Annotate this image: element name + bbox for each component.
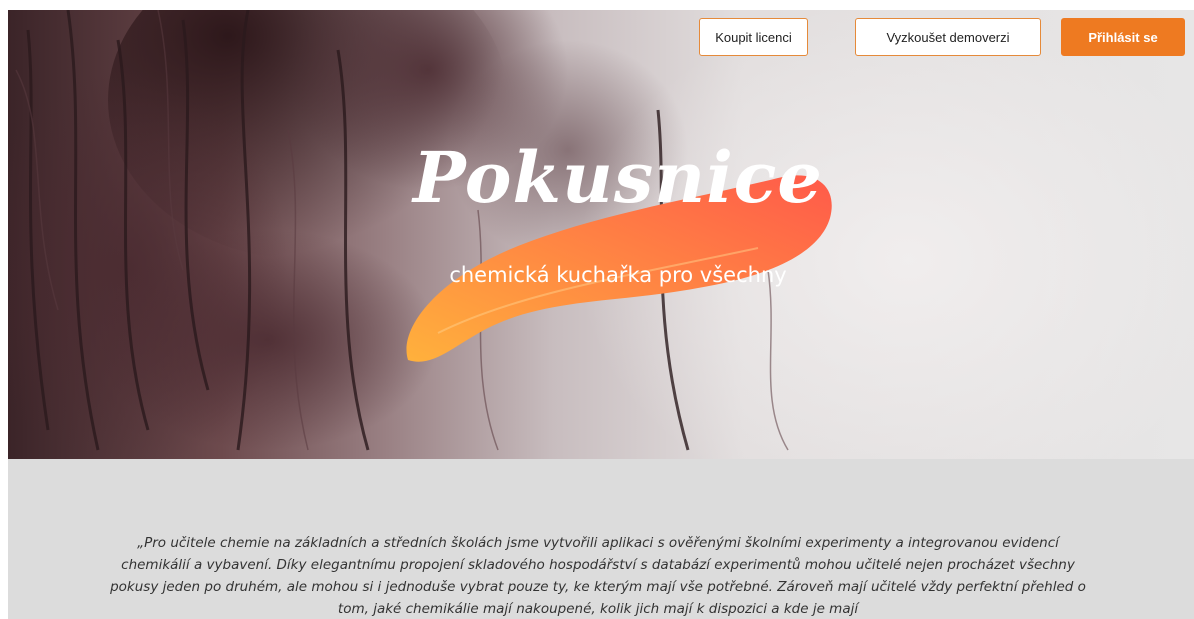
logo: Pokusnice chemická kuchařka pro všechny [398, 128, 838, 378]
logo-title: Pokusnice [413, 136, 823, 219]
page: Koupit licenci Vyzkoušet demoverzi Přihl… [8, 10, 1194, 619]
intro-quote: „Pro učitele chemie na základních a stře… [110, 535, 1086, 617]
logo-subtitle: chemická kuchařka pro všechny [449, 263, 787, 287]
try-demo-button[interactable]: Vyzkoušet demoverzi [855, 18, 1041, 56]
hero-banner: Koupit licenci Vyzkoušet demoverzi Přihl… [8, 10, 1194, 459]
login-button[interactable]: Přihlásit se [1061, 18, 1185, 56]
buy-license-button[interactable]: Koupit licenci [699, 18, 808, 56]
top-navigation: Koupit licenci Vyzkoušet demoverzi Přihl… [8, 16, 1194, 56]
